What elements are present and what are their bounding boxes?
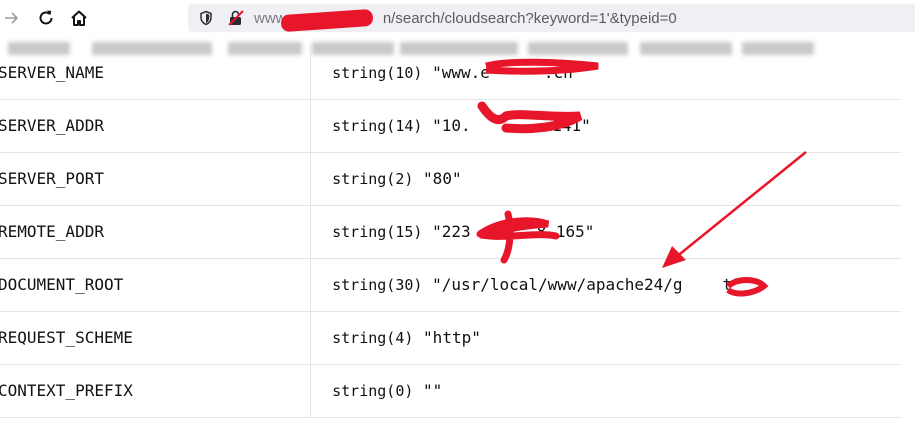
redaction-scribble	[476, 210, 560, 264]
redaction-scribble	[485, 58, 599, 75]
annotation-arrowhead	[662, 246, 686, 268]
annotation-overlay	[476, 58, 807, 297]
redaction-scribble	[477, 101, 583, 134]
annotation-arrow	[669, 151, 807, 263]
redaction-scribble	[726, 277, 769, 297]
